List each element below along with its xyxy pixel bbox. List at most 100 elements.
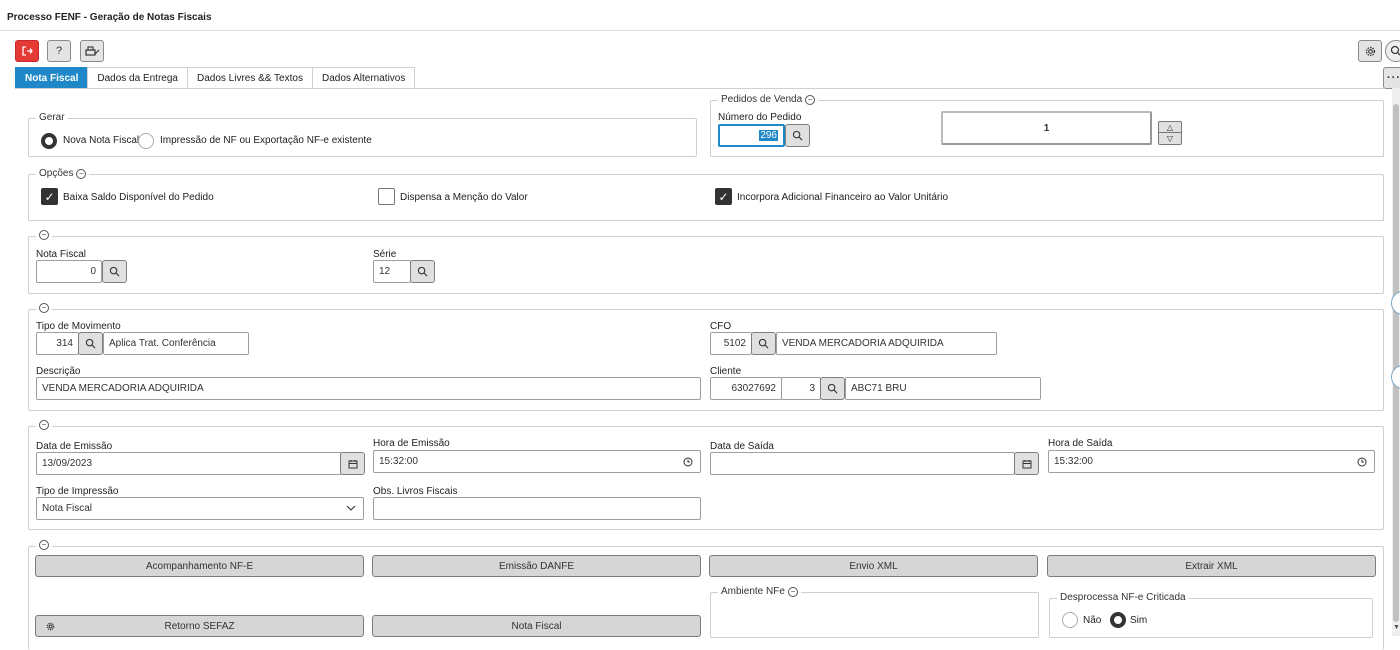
gear-icon: [1365, 46, 1375, 56]
radio-desprocessa-nao[interactable]: [1062, 612, 1078, 628]
tab-bar: Nota Fiscal Dados da Entrega Dados Livre…: [15, 67, 416, 89]
nota-fiscal-action-button[interactable]: Nota Fiscal: [372, 615, 701, 637]
check-baixa-label: Baixa Saldo Disponível do Pedido: [63, 192, 214, 203]
clock-icon: [1357, 457, 1367, 467]
radio-desprocessa-nao-label: Não: [1083, 615, 1102, 626]
cliente-code-input[interactable]: 63027692: [710, 377, 782, 400]
nota-fiscal-label: Nota Fiscal: [36, 249, 87, 260]
tipo-impressao-select[interactable]: Nota Fiscal: [36, 497, 364, 520]
settings-button[interactable]: [1358, 40, 1382, 62]
acompanhamento-nfe-button[interactable]: Acompanhamento NF-E: [35, 555, 364, 577]
collapse-icon[interactable]: −: [787, 586, 798, 597]
stepper-down-button[interactable]: ▽: [1158, 133, 1182, 145]
collapse-icon[interactable]: −: [39, 303, 49, 313]
radio-desprocessa-sim[interactable]: [1110, 612, 1126, 628]
check-dispensa[interactable]: [378, 188, 395, 205]
collapse-icon[interactable]: −: [39, 420, 49, 430]
data-emissao-calendar-button[interactable]: [340, 452, 365, 475]
check-icon: ✓: [44, 189, 55, 204]
print-button[interactable]: [80, 40, 104, 62]
hora-saida-label: Hora de Saída: [1048, 438, 1113, 449]
window-title-bar: Processo FENF - Geração de Notas Fiscais: [0, 0, 1400, 31]
serie-search-button[interactable]: [410, 260, 435, 283]
cfo-desc: VENDA MERCADORIA ADQUIRIDA: [776, 332, 997, 355]
desprocessa-legend: Desprocessa NF-e Criticada: [1057, 592, 1189, 603]
tipo-movimento-label: Tipo de Movimento: [36, 321, 121, 332]
extrair-xml-button[interactable]: Extrair XML: [1047, 555, 1376, 577]
obs-livros-input[interactable]: [373, 497, 701, 520]
search-icon: [85, 338, 96, 349]
search-global-button[interactable]: [1385, 40, 1400, 62]
pedidos-group: Pedidos de Venda − Número do Pedido 296 1…: [710, 94, 1384, 157]
search-icon: [1390, 45, 1400, 56]
retorno-sefaz-button[interactable]: Retorno SEFAZ: [35, 615, 364, 637]
search-icon: [792, 130, 803, 141]
cliente-label: Cliente: [710, 366, 742, 377]
collapse-icon[interactable]: −: [39, 230, 49, 240]
tipo-movimento-code-input[interactable]: 314: [36, 332, 79, 355]
gerar-legend: Gerar: [36, 112, 68, 123]
tab-dados-alternativos[interactable]: Dados Alternativos: [311, 67, 416, 89]
search-icon: [827, 383, 838, 394]
hora-emissao-label: Hora de Emissão: [373, 438, 450, 449]
envio-xml-button[interactable]: Envio XML: [709, 555, 1038, 577]
pedido-stepper: △ ▽: [1158, 121, 1182, 145]
scroll-down-icon[interactable]: ▼: [1393, 624, 1400, 631]
nota-fiscal-search-button[interactable]: [102, 260, 127, 283]
movimento-legend: −: [36, 303, 52, 313]
check-incorpora[interactable]: ✓: [715, 188, 732, 205]
hora-saida-input[interactable]: 15:32:00: [1048, 450, 1375, 473]
clock-icon: [683, 457, 693, 467]
more-button[interactable]: ···: [1383, 67, 1400, 89]
check-dispensa-label: Dispensa a Menção do Valor: [400, 192, 528, 203]
nota-fiscal-input[interactable]: 0: [36, 260, 102, 283]
radio-impressao[interactable]: [138, 133, 154, 149]
cfo-code-input[interactable]: 5102: [710, 332, 752, 355]
acoes-legend: −: [36, 540, 52, 550]
pedidos-legend: Pedidos de Venda −: [718, 94, 819, 105]
movimento-group: − Tipo de Movimento 314 Aplica Trat. Con…: [28, 303, 1384, 411]
radio-nova-nota[interactable]: [41, 133, 57, 149]
serie-input[interactable]: 12: [373, 260, 411, 283]
cliente-search-button[interactable]: [820, 377, 845, 400]
exit-button[interactable]: [15, 40, 39, 62]
tipo-movimento-desc: Aplica Trat. Conferência: [103, 332, 249, 355]
data-saida-input[interactable]: [710, 452, 1015, 475]
search-icon: [109, 266, 120, 277]
stepper-up-button[interactable]: △: [1158, 121, 1182, 133]
tab-dados-livres[interactable]: Dados Livres && Textos: [186, 67, 313, 89]
descricao-label: Descrição: [36, 366, 81, 377]
ambiente-legend: Ambiente NFe −: [718, 586, 801, 597]
serie-label: Série: [373, 249, 397, 260]
collapse-icon[interactable]: −: [76, 168, 87, 179]
nota-legend: −: [36, 230, 52, 240]
cliente-seq-input[interactable]: 3: [781, 377, 821, 400]
radio-nova-label: Nova Nota Fiscal: [63, 135, 140, 146]
tipo-movimento-search-button[interactable]: [78, 332, 103, 355]
collapse-icon[interactable]: −: [805, 94, 816, 105]
emissao-danfe-button[interactable]: Emissão DANFE: [372, 555, 701, 577]
data-saida-calendar-button[interactable]: [1014, 452, 1039, 475]
tab-dados-entrega[interactable]: Dados da Entrega: [87, 67, 188, 89]
descricao-input[interactable]: VENDA MERCADORIA ADQUIRIDA: [36, 377, 701, 400]
data-emissao-input[interactable]: 13/09/2023: [36, 452, 342, 475]
radio-desprocessa-sim-label: Sim: [1130, 615, 1148, 626]
chevron-up-icon: △: [1166, 122, 1174, 132]
help-button[interactable]: ?: [47, 40, 71, 62]
opcoes-group: Opções − ✓ Baixa Saldo Disponível do Pedi…: [28, 168, 1384, 221]
scrollbar-thumb[interactable]: [1393, 104, 1399, 622]
pedido-count-field: 1: [941, 111, 1152, 145]
check-incorpora-label: Incorpora Adicional Financeiro ao Valor …: [737, 192, 949, 203]
cfo-search-button[interactable]: [751, 332, 776, 355]
check-baixa-saldo[interactable]: ✓: [41, 188, 58, 205]
collapse-icon[interactable]: −: [39, 540, 49, 550]
check-icon: ✓: [718, 189, 729, 204]
data-saida-label: Data de Saída: [710, 441, 774, 452]
numero-pedido-input[interactable]: 296: [718, 124, 785, 147]
cliente-nome: ABC71 BRU: [845, 377, 1041, 400]
window-title: Processo FENF - Geração de Notas Fiscais: [7, 12, 212, 23]
desprocessa-group: Desprocessa NF-e Criticada Não Sim: [1049, 592, 1373, 638]
hora-emissao-input[interactable]: 15:32:00: [373, 450, 701, 473]
tab-nota-fiscal[interactable]: Nota Fiscal: [15, 67, 89, 89]
numero-pedido-search-button[interactable]: [785, 124, 810, 147]
